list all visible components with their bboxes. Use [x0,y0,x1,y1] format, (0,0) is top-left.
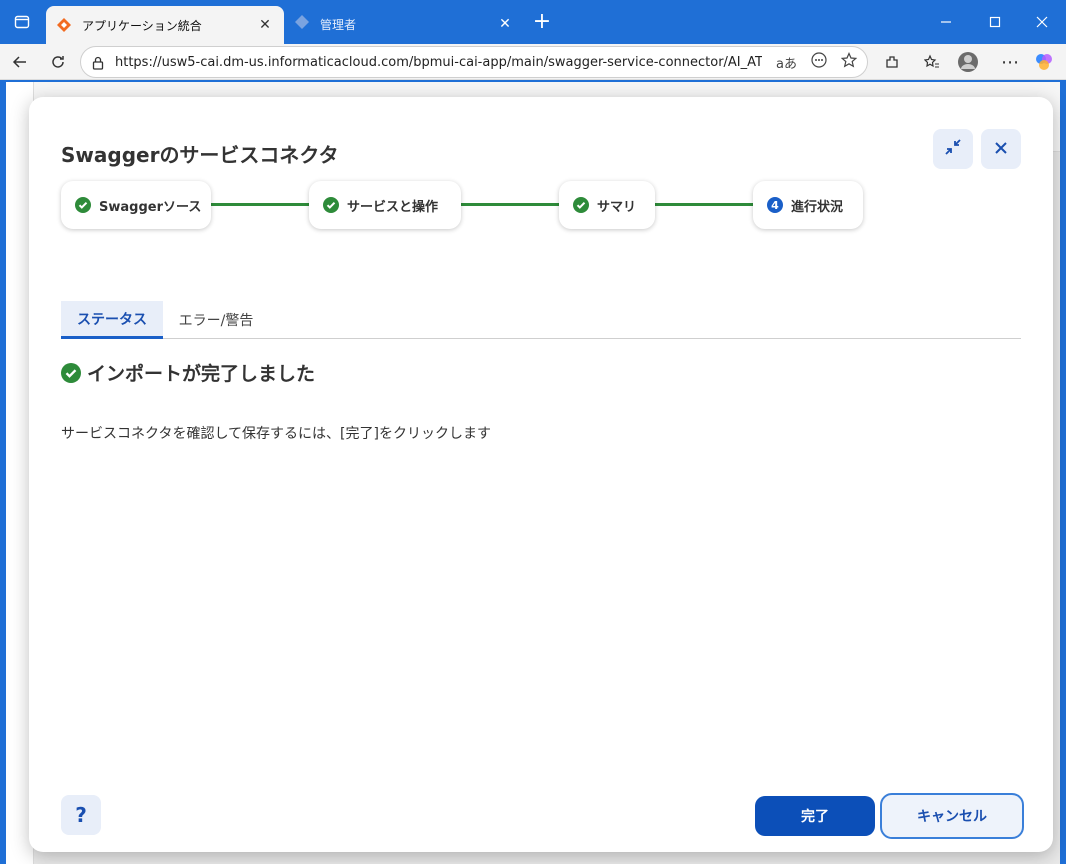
read-aloud-icon[interactable]: aあ [776,53,797,72]
copilot-icon[interactable] [1028,46,1060,78]
tab-title: 管理者 [320,17,357,32]
address-bar[interactable]: https://usw5-cai.dm-us.informaticacloud.… [80,46,868,78]
check-circle-icon [75,197,91,213]
step-progress[interactable]: 4 進行状況 [753,181,863,229]
step-label: サービスと操作 [347,199,439,215]
finish-button[interactable]: 完了 [755,796,875,836]
import-status: インポートが完了しました [61,359,315,386]
step-swagger-source[interactable]: Swaggerソース [61,181,211,229]
more-menu-icon[interactable]: ⋯ [994,46,1026,78]
minimize-icon[interactable] [928,4,964,40]
check-circle-icon [323,197,339,213]
check-circle-icon [573,197,589,213]
collapse-icon [944,138,962,160]
tab-title: アプリケーション統合 [82,18,202,33]
browser-titlebar: アプリケーション統合 ✕ 管理者 ✕ + [0,0,1066,44]
dialog-title: Swaggerのサービスコネクタ [61,143,339,167]
informatica-favicon-icon [56,17,72,33]
check-circle-icon [61,362,81,383]
swagger-service-connector-dialog: Swaggerのサービスコネクタ Swaggerソース サービスと操作 サマリ … [29,97,1053,852]
favorites-icon[interactable] [916,46,948,78]
status-message: インポートが完了しました [87,363,316,385]
informatica-favicon-icon [294,14,310,34]
tab-errors-warnings[interactable]: エラー/警告 [167,301,265,339]
maximize-icon[interactable] [977,4,1013,40]
step-summary[interactable]: サマリ [559,181,655,229]
back-arrow-icon[interactable] [4,46,36,78]
close-icon [994,140,1008,159]
close-window-icon[interactable] [1024,4,1060,40]
lock-icon [91,55,105,70]
wizard-stepper: Swaggerソース サービスと操作 サマリ 4 進行状況 [61,181,1041,231]
help-button[interactable]: ? [61,795,101,835]
extensions-icon[interactable] [876,46,908,78]
close-tab-icon[interactable]: ✕ [256,17,274,33]
tab-actions-icon[interactable] [4,4,40,40]
step-label: サマリ [597,199,637,215]
step-connector [459,203,563,206]
collapse-button[interactable] [933,129,973,169]
close-dialog-button[interactable] [981,129,1021,169]
cancel-button[interactable]: キャンセル [880,793,1024,839]
refresh-icon[interactable] [42,46,74,78]
profile-avatar[interactable] [952,46,984,78]
step-services-operations[interactable]: サービスと操作 [309,181,461,229]
close-tab-icon[interactable]: ✕ [496,16,514,32]
step-number-badge: 4 [767,197,783,213]
step-label: Swaggerソース [99,199,202,215]
url-text: https://usw5-cai.dm-us.informaticacloud.… [115,54,763,70]
tab-admin[interactable]: 管理者 ✕ [288,8,520,40]
browser-toolbar: https://usw5-cai.dm-us.informaticacloud.… [0,44,1066,80]
step-connector [209,203,313,206]
tab-status[interactable]: ステータス [61,301,163,339]
step-label: 進行状況 [791,199,844,215]
info-text: サービスコネクタを確認して保存するには、[完了]をクリックします [61,426,491,442]
favorite-star-icon[interactable] [840,52,858,72]
result-tabs: ステータス エラー/警告 [61,301,1021,339]
more-options-icon[interactable] [811,52,827,72]
new-tab-button[interactable]: + [528,8,556,36]
tab-app-integration[interactable]: アプリケーション統合 ✕ [46,6,284,44]
